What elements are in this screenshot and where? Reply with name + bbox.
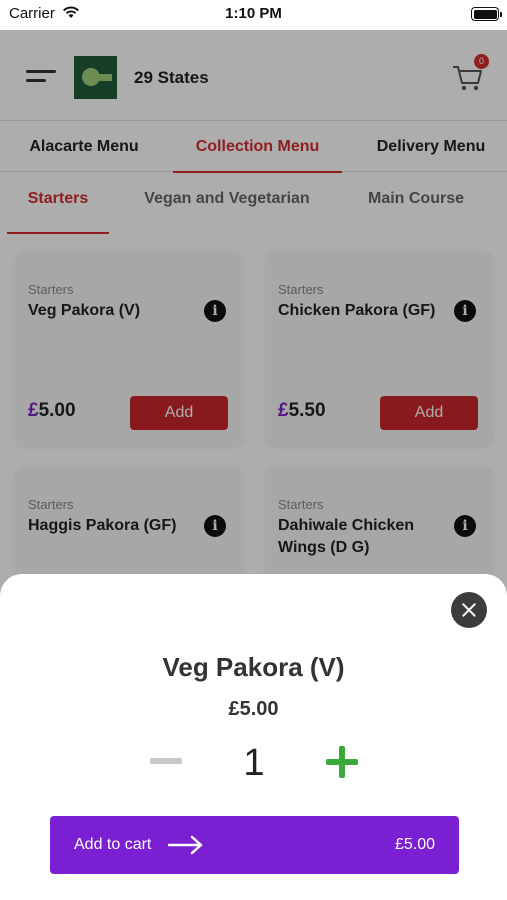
tab-delivery-menu[interactable]: Delivery Menu [368, 121, 494, 173]
item-category: Starters [278, 497, 324, 512]
sheet-item-title: Veg Pakora (V) [162, 652, 345, 682]
increase-quantity-button[interactable] [326, 746, 358, 778]
app-header: 29 States 0 [0, 30, 507, 120]
menu-item-card: Starters Chicken Pakora (GF) i £5.50 Add [266, 252, 492, 446]
info-icon[interactable]: i [204, 300, 226, 322]
tab-starters[interactable]: Starters [7, 190, 109, 234]
add-item-sheet: Veg Pakora (V) £5.00 1 Add to cart £5.00 [0, 574, 507, 900]
status-bar: Carrier 1:10 PM [0, 0, 507, 30]
cart-total: £5.00 [394, 836, 435, 853]
add-to-cart-button[interactable]: Add to cart £5.00 [50, 816, 459, 874]
tab-main-course[interactable]: Main Course [360, 190, 472, 234]
item-name: Haggis Pakora (GF) [28, 517, 177, 534]
info-icon[interactable]: i [454, 300, 476, 322]
item-price: £5.00 [28, 400, 76, 421]
decrease-quantity-button[interactable] [150, 758, 182, 764]
add-button[interactable]: Add [130, 396, 228, 430]
category-tabs: Starters Vegan and Vegetarian Main Cours… [0, 172, 507, 234]
battery-icon [471, 7, 502, 21]
store-logo [74, 56, 117, 99]
arrow-right-icon [168, 835, 203, 855]
tab-collection-menu[interactable]: Collection Menu [173, 121, 342, 173]
info-icon[interactable]: i [204, 515, 226, 537]
store-name: 29 States [134, 68, 209, 87]
cart-count-badge: 0 [474, 54, 489, 69]
item-name: Chicken Pakora (GF) [278, 302, 436, 319]
item-name: Veg Pakora (V) [28, 302, 141, 319]
sheet-item-price: £5.00 [228, 698, 279, 720]
add-button[interactable]: Add [380, 396, 478, 430]
hamburger-menu-icon[interactable] [26, 68, 56, 86]
close-icon[interactable] [451, 592, 487, 628]
item-price: £5.50 [278, 400, 326, 421]
item-category: Starters [278, 282, 324, 297]
tab-alacarte-menu[interactable]: Alacarte Menu [20, 121, 148, 173]
tab-vegan-vegetarian[interactable]: Vegan and Vegetarian [134, 190, 320, 234]
status-time: 1:10 PM [225, 5, 282, 22]
menu-type-tabs: Alacarte Menu Collection Menu Delivery M… [0, 120, 507, 173]
info-icon[interactable]: i [454, 515, 476, 537]
item-name: Dahiwale Chicken Wings (D G) [278, 517, 415, 556]
add-to-cart-label: Add to cart [74, 836, 152, 853]
item-category: Starters [28, 497, 74, 512]
item-category: Starters [28, 282, 74, 297]
menu-item-card: Starters Veg Pakora (V) i £5.00 Add [16, 252, 242, 446]
quantity-value: 1 [243, 742, 265, 784]
